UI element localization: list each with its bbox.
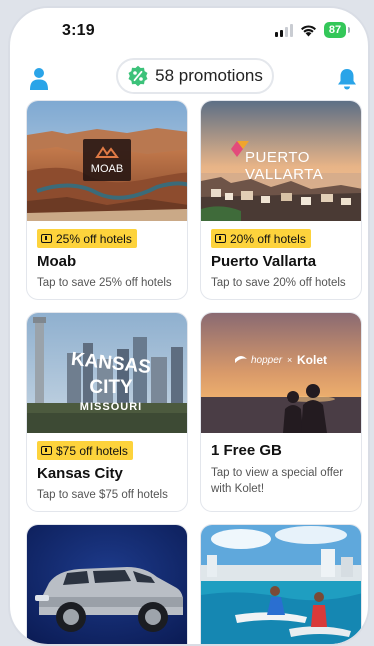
card-title: Moab — [37, 253, 77, 270]
discount-tag: 25% off hotels — [37, 229, 137, 248]
hotel-tag-icon — [41, 234, 52, 243]
kolet-image-label-1: hopper — [251, 355, 283, 366]
battery-indicator: 87 — [324, 22, 346, 38]
user-icon — [30, 68, 48, 90]
card-title: Puerto Vallarta — [211, 253, 317, 270]
kc-image-label-2: CITY — [89, 377, 133, 398]
moab-image-label: MOAB — [91, 163, 123, 175]
hotel-tag-icon — [41, 446, 52, 455]
discount-tag: 20% off hotels — [211, 229, 311, 248]
card-subtitle: Tap to view a special offer with Kolet! — [211, 467, 344, 495]
card-subtitle: Tap to save 20% off hotels — [211, 277, 346, 289]
status-time: 3:19 — [62, 22, 95, 39]
discount-tag: $75 off hotels — [37, 441, 133, 460]
kansas-city-image: KANSAS CITY MISSOURI — [27, 313, 187, 433]
card-subtitle: Tap to save 25% off hotels — [37, 277, 172, 289]
discount-tag-label: 25% off hotels — [56, 231, 132, 246]
wifi-icon — [301, 24, 316, 36]
discount-tag-label: $75 off hotels — [56, 443, 128, 458]
promo-card-car[interactable] — [26, 524, 188, 644]
promo-card-puerto-vallarta[interactable]: PUERTO VALLARTA 20% off hotels Puerto Va… — [200, 100, 362, 300]
promo-card-kolet[interactable]: hopper × Kolet 1 Free GB Tap to view a s… — [200, 312, 362, 512]
status-bar: 3:19 87 — [10, 8, 368, 58]
bell-icon — [338, 69, 356, 90]
puerto-vallarta-image: PUERTO VALLARTA — [201, 101, 361, 221]
hotel-tag-icon — [215, 234, 226, 243]
card-title: Kansas City — [37, 465, 123, 482]
car-image — [27, 525, 187, 644]
kc-image-label-3: MISSOURI — [80, 401, 142, 413]
promo-card-paddleboard[interactable] — [200, 524, 362, 644]
phone-screen: 3:19 87 58 promotions MOAB 25% off hotel… — [8, 6, 370, 646]
promotions-count: 58 promotions — [155, 66, 263, 85]
status-icons: 87 — [275, 22, 350, 38]
promo-card-kansas-city[interactable]: KANSAS CITY MISSOURI $75 off hotels Kans… — [26, 312, 188, 512]
kolet-image-label-3: Kolet — [297, 353, 327, 367]
pv-image-label-1: PUERTO — [245, 149, 310, 166]
card-title: 1 Free GB — [211, 442, 282, 459]
discount-tag-label: 20% off hotels — [230, 231, 306, 246]
promo-card-moab[interactable]: MOAB 25% off hotels Moab Tap to save 25%… — [26, 100, 188, 300]
kolet-image: hopper × Kolet — [201, 313, 361, 433]
pv-image-label-2: VALLARTA — [245, 166, 323, 183]
card-subtitle: Tap to save $75 off hotels — [37, 489, 168, 501]
paddleboard-image — [201, 525, 361, 644]
header-bar: 58 promotions — [10, 56, 368, 102]
signal-icon — [275, 23, 293, 37]
profile-button[interactable] — [26, 66, 52, 92]
promo-badge-icon — [128, 65, 148, 87]
promotions-button[interactable]: 58 promotions — [116, 58, 274, 94]
kolet-image-label-2: × — [287, 355, 292, 365]
battery-nub — [348, 27, 350, 33]
moab-image: MOAB — [27, 101, 187, 221]
notifications-button[interactable] — [334, 66, 360, 92]
